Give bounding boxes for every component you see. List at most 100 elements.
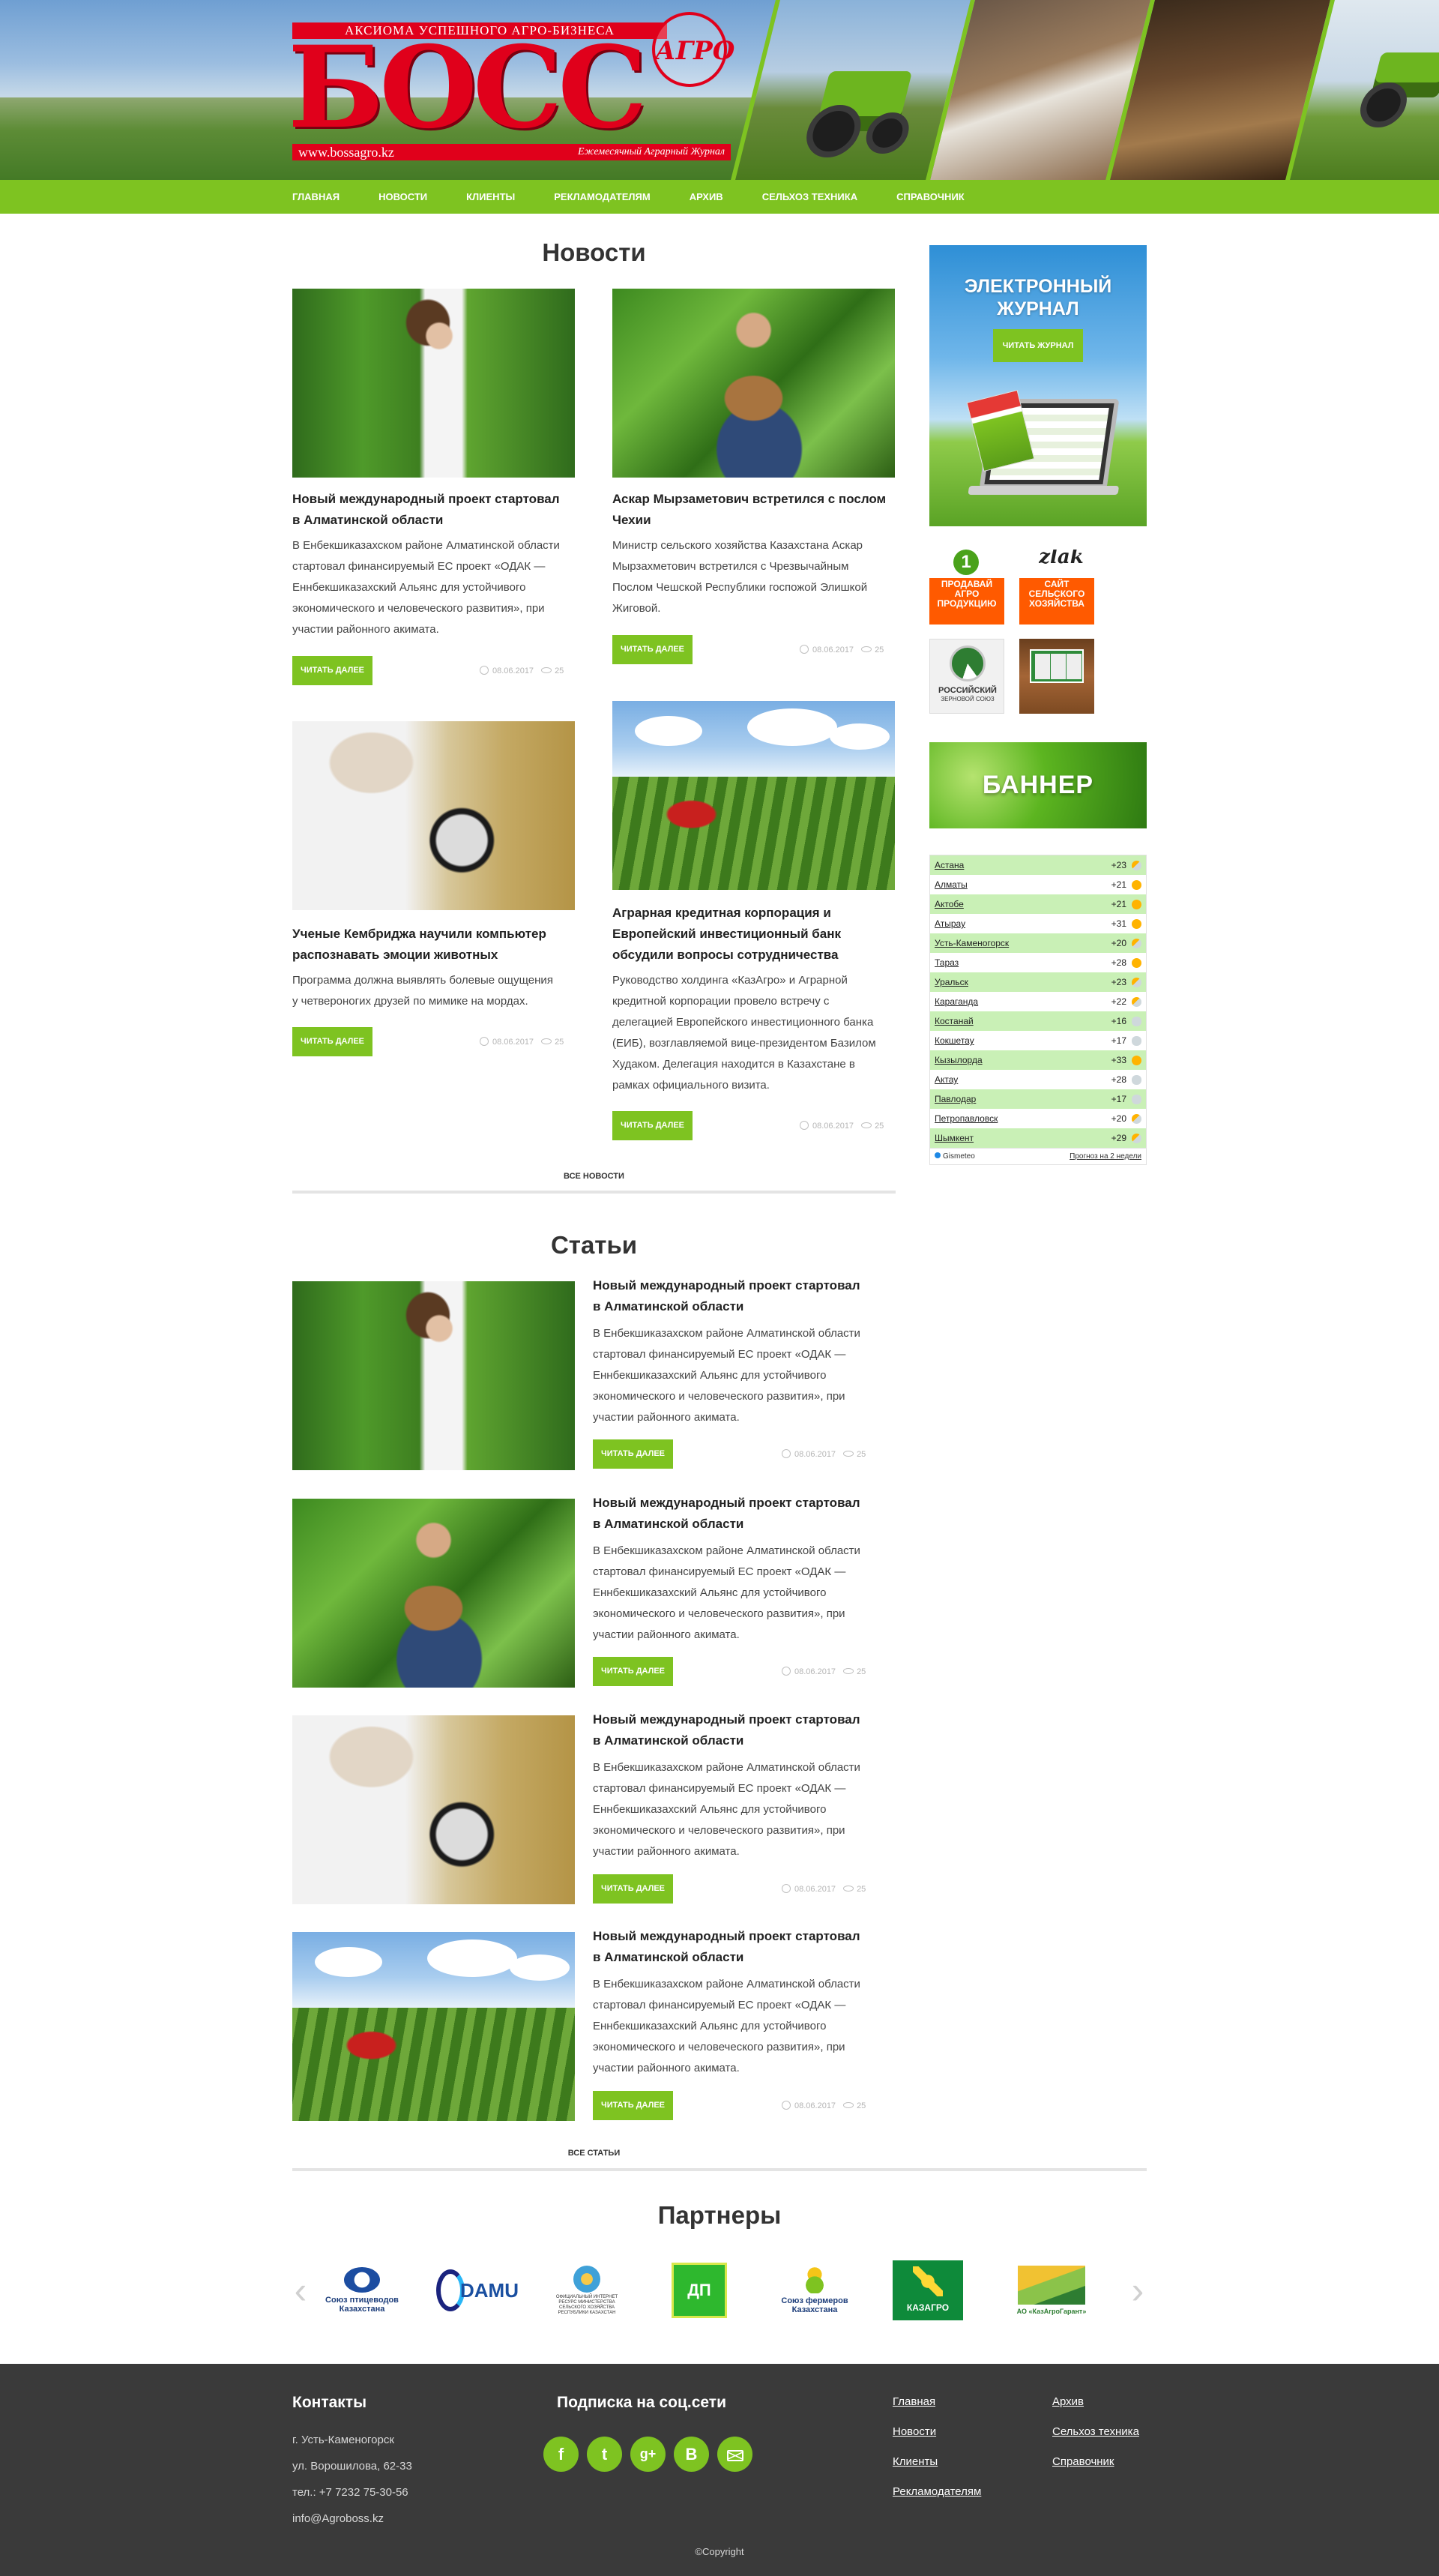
news-1-title[interactable]: Новый международный проект стартовал в Ал… [292, 489, 577, 531]
weather-city-link[interactable]: Астана [935, 855, 964, 875]
article-3-image[interactable] [292, 1715, 575, 1904]
nav-item-directory[interactable]: СПРАВОЧНИК [896, 180, 965, 214]
all-articles-link[interactable]: ВСЕ СТАТЬИ [292, 2149, 896, 2158]
article-4-title[interactable]: Новый международный проект стартовал в Ал… [593, 1926, 893, 1968]
article-2-image[interactable] [292, 1499, 575, 1688]
footer-link-archive[interactable]: Архив [1052, 2395, 1084, 2408]
partners-next-arrow[interactable]: › [1128, 2272, 1147, 2309]
weather-city-link[interactable]: Петропавловск [935, 1109, 998, 1128]
article-3-excerpt: В Енбекшиказахском районе Алматинской об… [593, 1761, 860, 1858]
footer-link-advertisers[interactable]: Рекламодателям [893, 2485, 981, 2498]
sunny-icon [1132, 900, 1141, 909]
weather-row: Шымкент +29 [930, 1128, 1146, 1148]
partner-logo-ministry[interactable]: ОФИЦИАЛЬНЫЙ ИНТЕРНЕТ РЕСУРС МИНИСТЕРСТВА… [546, 2257, 628, 2324]
news-2-title[interactable]: Аскар Мырзаметович встретился с послом Че… [612, 489, 901, 531]
gismeteo-logo[interactable]: Gismeteo [935, 1149, 975, 1165]
news-4-image[interactable] [612, 701, 895, 890]
weather-city-link[interactable]: Алматы [935, 875, 968, 894]
article-1-title[interactable]: Новый международный проект стартовал в Ал… [593, 1275, 893, 1317]
weather-city-link[interactable]: Павлодар [935, 1089, 976, 1109]
news-1-image[interactable] [292, 289, 575, 478]
ad-banner[interactable]: БАННЕР [929, 742, 1147, 828]
partner-logo-damu[interactable]: DAMU [436, 2257, 519, 2324]
nav-item-machinery[interactable]: СЕЛЬХОЗ ТЕХНИКА [762, 180, 857, 214]
news-1-read-more-button[interactable]: ЧИТАТЬ ДАЛЕЕ [292, 656, 372, 685]
article-1-read-more-button[interactable]: ЧИТАТЬ ДАЛЕЕ [593, 1439, 673, 1469]
blogger-icon[interactable]: B [674, 2437, 709, 2472]
sunny-icon [1132, 880, 1141, 890]
weather-city-link[interactable]: Кокшетау [935, 1031, 974, 1050]
news-2-excerpt: Министр сельского хозяйства Казахстана А… [612, 539, 868, 615]
footer-link-home[interactable]: Главная [893, 2395, 935, 2408]
two-week-forecast-link[interactable]: Прогноз на 2 недели [1070, 1149, 1141, 1165]
facebook-icon[interactable]: f [543, 2437, 579, 2472]
articles-divider [292, 2168, 1147, 2171]
partner-logo-poultry-union[interactable]: Союз птицеводов Казахстана [321, 2257, 403, 2324]
e-magazine-banner[interactable]: ЭЛЕКТРОННЫЙ ЖУРНАЛ ЧИТАТЬ ЖУРНАЛ [929, 245, 1147, 526]
footer-link-machinery[interactable]: Сельхоз техника [1052, 2425, 1139, 2438]
article-1-excerpt: В Енбекшиказахском районе Алматинской об… [593, 1327, 860, 1424]
partly-cloudy-icon [1132, 978, 1141, 987]
footer-email[interactable]: info@Agroboss.kz [292, 2512, 384, 2527]
news-3-title[interactable]: Ученые Кембриджа научили компьютер распоз… [292, 924, 577, 966]
mail-icon[interactable] [717, 2437, 752, 2472]
footer-link-directory[interactable]: Справочник [1052, 2455, 1114, 2468]
footer-phone[interactable]: тел.: +7 7232 75-30-56 [292, 2485, 408, 2500]
google-plus-icon[interactable]: g+ [630, 2437, 666, 2472]
all-news-link[interactable]: ВСЕ НОВОСТИ [292, 1172, 896, 1181]
weather-city-link[interactable]: Тараз [935, 953, 959, 972]
news-4-read-more-button[interactable]: ЧИТАТЬ ДАЛЕЕ [612, 1111, 693, 1140]
partners-prev-arrow[interactable]: ‹ [291, 2272, 310, 2309]
article-4-read-more-button[interactable]: ЧИТАТЬ ДАЛЕЕ [593, 2091, 673, 2120]
russian-grain-union-tile[interactable]: РОССИЙСКИЙ ЗЕРНОВОЙ СОЮЗ [929, 639, 1004, 714]
article-2-read-more-button[interactable]: ЧИТАТЬ ДАЛЕЕ [593, 1657, 673, 1686]
news-divider [292, 1191, 896, 1194]
article-2-title[interactable]: Новый международный проект стартовал в Ал… [593, 1493, 893, 1535]
nav-item-advertisers[interactable]: РЕКЛАМОДАТЕЛЯМ [554, 180, 650, 214]
site-logo[interactable]: АКСИОМА УСПЕШНОГО АГРО-БИЗНЕСА БОСС АГРО… [288, 12, 742, 161]
weather-city-link[interactable]: Актобе [935, 894, 964, 914]
read-magazine-button[interactable]: ЧИТАТЬ ЖУРНАЛ [993, 329, 1083, 362]
article-1-image[interactable] [292, 1281, 575, 1470]
weather-temperature: +29 [1111, 1133, 1126, 1143]
weather-city-link[interactable]: Караганда [935, 992, 978, 1011]
news-3-read-more-button[interactable]: ЧИТАТЬ ДАЛЕЕ [292, 1027, 372, 1056]
footer-link-news[interactable]: Новости [893, 2425, 936, 2438]
eye-icon [861, 1122, 872, 1128]
number-one-badge: 1 [953, 550, 979, 575]
nav-item-clients[interactable]: КЛИЕНТЫ [466, 180, 515, 214]
footer-link-clients[interactable]: Клиенты [893, 2455, 938, 2468]
article-4-meta: 08.06.2017 25 [782, 2098, 866, 2113]
partner-logo-kazagrogarant[interactable]: АО «КазАгроГарант» [1010, 2257, 1093, 2324]
partner-logo-farmers-union[interactable]: Союз фермеров Казахстана [773, 2257, 856, 2324]
weather-city-link[interactable]: Шымкент [935, 1128, 974, 1148]
article-3-read-more-button[interactable]: ЧИТАТЬ ДАЛЕЕ [593, 1874, 673, 1904]
weather-city-link[interactable]: Атырау [935, 914, 965, 933]
weather-row: Алматы +21 [930, 875, 1146, 894]
weather-city-link[interactable]: Кызылорда [935, 1050, 983, 1070]
nav-item-home[interactable]: ГЛАВНАЯ [292, 180, 340, 214]
article-3-title[interactable]: Новый международный проект стартовал в Ал… [593, 1709, 893, 1751]
news-1-excerpt: В Енбекшиказахском районе Алматинской об… [292, 539, 560, 636]
weather-city-link[interactable]: Уральск [935, 972, 968, 992]
article-4-image[interactable] [292, 1932, 575, 2121]
news-2-image[interactable] [612, 289, 895, 478]
news-4-title[interactable]: Аграрная кредитная корпорация и Европейск… [612, 903, 901, 966]
weather-temperature: +17 [1111, 1035, 1126, 1046]
weather-city-link[interactable]: Костанай [935, 1011, 974, 1031]
twitter-icon[interactable]: t [587, 2437, 622, 2472]
weather-city-link[interactable]: Актау [935, 1070, 958, 1089]
partner-logo-dp[interactable]: ДП [658, 2257, 740, 2324]
nav-item-archive[interactable]: АРХИВ [690, 180, 723, 214]
weather-temperature: +28 [1111, 1074, 1126, 1085]
sell-agro-products-tile[interactable]: 1 ПРОДАВАЙ АГРО ПРОДУКЦИЮ [929, 550, 1004, 625]
news-2-read-more-button[interactable]: ЧИТАТЬ ДАЛЕЕ [612, 635, 693, 664]
livestock-partner-tile[interactable] [1019, 639, 1094, 714]
weather-temperature: +20 [1111, 938, 1126, 948]
nav-item-news[interactable]: НОВОСТИ [378, 180, 427, 214]
weather-city-link[interactable]: Усть-Каменогорск [935, 933, 1009, 953]
news-3-image[interactable] [292, 721, 575, 910]
zlak-site-tile[interactable]: zlak САЙТ СЕЛЬСКОГО ХОЗЯЙСТВА [1019, 550, 1094, 625]
partner-logo-kazagro[interactable]: КАЗАГРО [887, 2257, 969, 2324]
site-header: АКСИОМА УСПЕШНОГО АГРО-БИЗНЕСА БОСС АГРО… [0, 0, 1439, 180]
